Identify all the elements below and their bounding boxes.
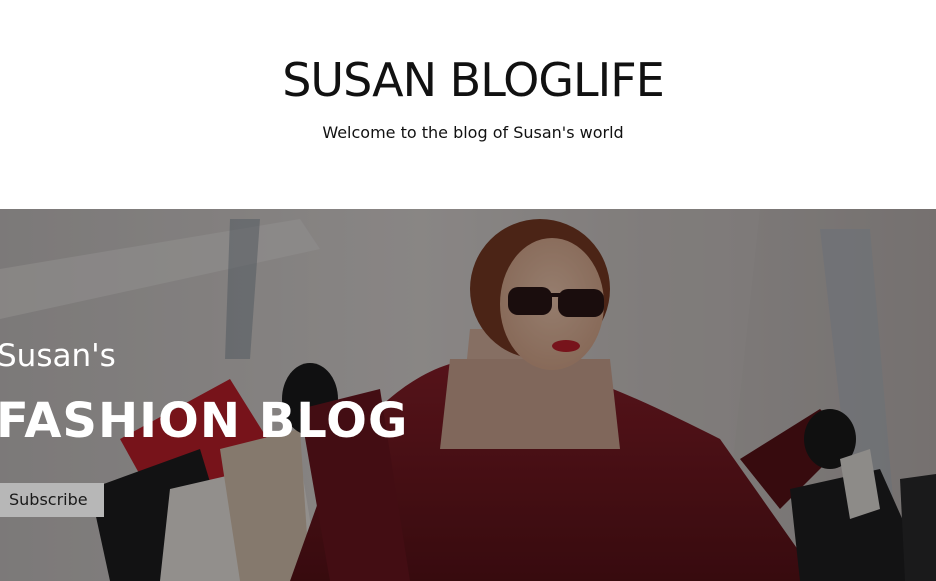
subscribe-button[interactable]: Subscribe: [0, 483, 104, 517]
hero-banner: Susan's FASHION BLOG Subscribe: [0, 209, 936, 581]
site-header: SUSAN BLOGLIFE Welcome to the blog of Su…: [0, 0, 936, 209]
site-title[interactable]: SUSAN BLOGLIFE: [0, 52, 936, 108]
site-tagline: Welcome to the blog of Susan's world: [322, 123, 624, 142]
hero-title: FASHION BLOG: [0, 393, 409, 449]
hero-kicker: Susan's: [0, 338, 116, 374]
